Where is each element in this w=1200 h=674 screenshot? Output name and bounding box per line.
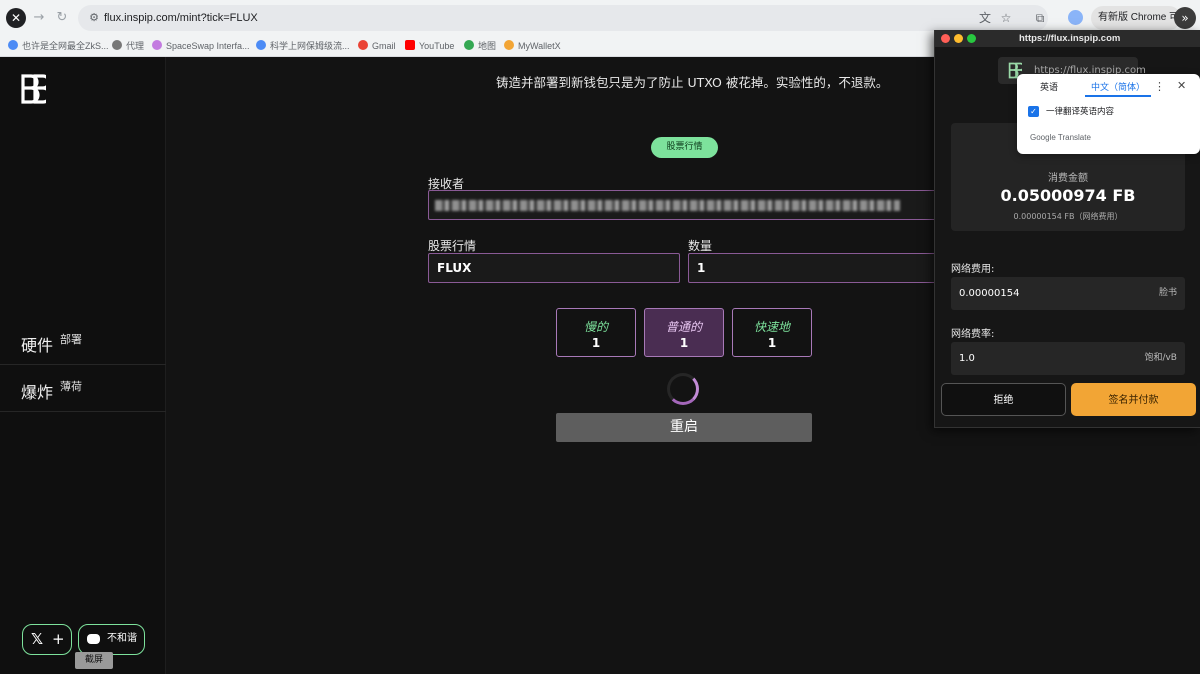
bookmark-item[interactable]: 科学上网保姆级流... — [256, 38, 350, 54]
youtube-icon — [405, 40, 415, 50]
fee-label: 网络费用: — [951, 264, 995, 275]
discord-button[interactable]: 不和谐 — [78, 624, 145, 655]
sidebar-item-sublabel: 部署 — [60, 333, 82, 346]
avatar[interactable] — [1068, 10, 1083, 25]
twitter-button[interactable]: 𝕏 + — [22, 624, 72, 655]
spend-label: 消费金额 — [1048, 173, 1088, 184]
window-close-icon[interactable] — [941, 34, 950, 43]
speed-option-fast[interactable]: 快速地 1 — [732, 308, 812, 357]
window-maximize-icon[interactable] — [967, 34, 976, 43]
speed-name: 快速地 — [753, 320, 790, 334]
bookmark-icon — [256, 40, 266, 50]
always-translate-checkbox[interactable]: ✓ — [1028, 106, 1039, 117]
speed-value: 1 — [767, 336, 777, 350]
sidebar-item-mint[interactable]: 爆炸 薄荷 — [0, 365, 166, 412]
window-minimize-icon[interactable] — [954, 34, 963, 43]
speed-option-normal[interactable]: 普通的 1 — [644, 308, 724, 357]
bookmark-item[interactable]: 也许是全网最全ZkS... — [8, 38, 109, 54]
star-icon[interactable]: ☆ — [997, 9, 1015, 27]
fee-value: 0.00000154 — [959, 288, 1020, 299]
url-text: flux.inspip.com/mint?tick=FLUX — [104, 12, 258, 24]
speed-value: 1 — [679, 336, 689, 350]
bookmark-item[interactable]: 代理 — [112, 38, 144, 54]
speed-value: 1 — [591, 336, 601, 350]
address-bar[interactable]: ⚙ flux.inspip.com/mint?tick=FLUX — [78, 5, 1048, 31]
translate-icon[interactable]: 文 — [976, 9, 994, 27]
forward-icon[interactable]: → — [30, 9, 48, 27]
always-translate-label: 一律翻译英语内容 — [1046, 107, 1115, 117]
amount-label: 数量 — [688, 239, 713, 253]
rate-unit: 饱和/vB — [1144, 353, 1177, 363]
receiver-address-blurred — [435, 200, 900, 211]
rate-input[interactable]: 1.0 饱和/vB — [951, 342, 1185, 375]
reload-icon[interactable]: ↻ — [53, 9, 71, 27]
restart-button[interactable]: 重启 — [556, 413, 812, 442]
logo[interactable] — [20, 74, 46, 104]
bookmark-icon — [8, 40, 18, 50]
sidebar-item-sublabel: 薄荷 — [60, 380, 82, 393]
fee-input[interactable]: 0.00000154 脸书 — [951, 277, 1185, 310]
wallet-icon — [504, 40, 514, 50]
sidebar-item-deploy[interactable]: 硬件 部署 — [0, 318, 166, 365]
bookmark-item[interactable]: Gmail — [358, 38, 396, 54]
bookmark-icon — [152, 40, 162, 50]
translate-popup: 英语 中文（简体） ⋮ ✕ ✓ 一律翻译英语内容 Google Translat… — [1017, 74, 1200, 154]
gmail-icon — [358, 40, 368, 50]
update-chrome-button[interactable]: 有新版 Chrome 可用 — [1091, 6, 1181, 30]
tab-target-language[interactable]: 中文（简体） — [1085, 80, 1152, 97]
x-logo-icon: 𝕏 — [31, 630, 44, 648]
discord-icon — [87, 634, 100, 644]
spend-network-fee: 0.00000154 FB（网络费用） — [1013, 212, 1123, 221]
bookmark-item[interactable]: MyWalletX — [504, 38, 561, 54]
loading-spinner-icon — [667, 373, 699, 405]
sidebar: 硬件 部署 爆炸 薄荷 𝕏 + 不和谐 截屏 — [0, 57, 166, 674]
globe-icon — [112, 40, 122, 50]
rate-label: 网络费率: — [951, 329, 995, 340]
wallet-title: https://flux.inspip.com — [1019, 33, 1121, 44]
sign-and-pay-button[interactable]: 签名并付款 — [1071, 383, 1196, 416]
close-icon[interactable]: ✕ — [6, 8, 26, 28]
extensions-icon[interactable]: ⧉ — [1031, 9, 1049, 27]
ticker-input[interactable]: FLUX — [428, 253, 680, 283]
plus-icon: + — [52, 630, 65, 648]
ticker-label: 股票行情 — [428, 239, 477, 253]
spend-amount: 0.05000974 FB — [1000, 186, 1136, 205]
bookmark-item[interactable]: SpaceSwap Interfa... — [152, 38, 250, 54]
fee-unit: 脸书 — [1158, 288, 1177, 298]
site-settings-icon[interactable]: ⚙ — [86, 10, 102, 26]
google-translate-brand: Google Translate — [1030, 133, 1091, 142]
bookmark-item[interactable]: YouTube — [405, 38, 454, 54]
notice-text: 铸造并部署到新钱包只是为了防止 UTXO 被花掉。实验性的，不退款。 — [496, 75, 889, 90]
ticker-pill: 股票行情 — [651, 137, 718, 158]
speed-name: 慢的 — [583, 320, 608, 334]
speed-name: 普通的 — [665, 320, 702, 334]
screenshot-tooltip: 截屏 — [75, 652, 113, 669]
rate-value: 1.0 — [959, 353, 975, 364]
receiver-input[interactable] — [428, 190, 948, 220]
discord-label: 不和谐 — [107, 633, 137, 644]
reject-button[interactable]: 拒绝 — [941, 383, 1066, 416]
sidebar-item-label: 硬件 — [21, 336, 54, 355]
bookmark-item[interactable]: 地图 — [464, 38, 496, 54]
speed-option-slow[interactable]: 慢的 1 — [556, 308, 636, 357]
maps-icon — [464, 40, 474, 50]
expand-icon[interactable]: » — [1174, 7, 1196, 29]
wallet-titlebar: https://flux.inspip.com — [935, 30, 1200, 47]
amount-input[interactable]: 1 — [688, 253, 948, 283]
more-icon[interactable]: ⋮ — [1154, 80, 1165, 93]
close-icon[interactable]: ✕ — [1177, 79, 1186, 92]
sidebar-item-label: 爆炸 — [21, 383, 54, 402]
tab-source-language[interactable]: 英语 — [1040, 80, 1058, 97]
